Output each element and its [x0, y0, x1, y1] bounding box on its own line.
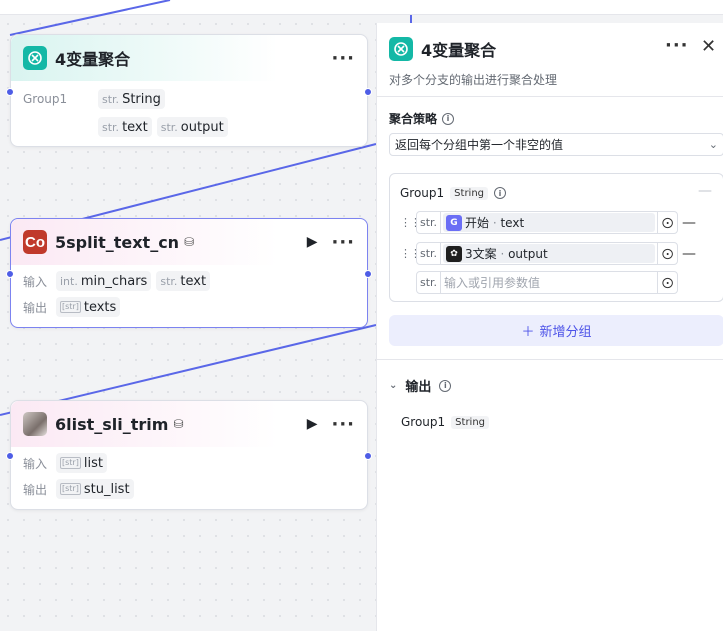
node-list-trim[interactable]: 6list_sli_trim ⛁ ▶ ··· 输入 [str] list 输出 […: [6, 400, 372, 510]
param-row: str. text str. output: [98, 117, 228, 137]
var-value[interactable]: G 开始 · text: [443, 213, 655, 232]
var-type[interactable]: str.: [417, 272, 441, 293]
param-tag: str. text: [98, 117, 152, 137]
target-icon[interactable]: ⨀: [657, 212, 677, 233]
info-icon[interactable]: i: [442, 112, 455, 125]
node-title: 6list_sli_trim: [55, 414, 169, 434]
remove-var-icon[interactable]: —: [678, 215, 700, 231]
output-name: Group1: [401, 415, 446, 429]
var-type[interactable]: str.: [417, 212, 441, 233]
avatar: [23, 412, 47, 436]
strategy-value: 返回每个分组中第一个非空的值: [395, 138, 564, 152]
var-placeholder: 输入或引用参数值: [444, 276, 541, 290]
var-type[interactable]: str.: [417, 243, 441, 264]
group-card: Group1 String i — ⋮⋮ str. G 开始 · text ⨀ …: [389, 173, 723, 302]
edge-top: [9, 0, 171, 36]
node-split-text[interactable]: Co 5split_text_cn ⛁ ▶ ··· 输入 int. min_cha…: [6, 218, 372, 328]
strategy-section: 聚合策略 i: [389, 110, 455, 127]
param-tag: [str] stu_list: [56, 479, 134, 499]
group-name[interactable]: Group1: [400, 186, 444, 200]
input-label: 输入: [23, 274, 48, 289]
panel-title[interactable]: 4变量聚合: [421, 37, 496, 61]
plugin-icon: ⛁: [184, 235, 195, 249]
output-port[interactable]: [364, 452, 372, 460]
group-row: Group1 str. String: [23, 89, 165, 109]
var-reference[interactable]: str. ✿ 3文案 · output ⨀: [416, 242, 678, 265]
drag-handle-icon[interactable]: ⋮⋮: [400, 216, 421, 229]
output-item: Group1 String: [401, 415, 490, 429]
more-icon[interactable]: ···: [331, 232, 355, 253]
panel-description[interactable]: 对多个分支的输出进行聚合处理: [389, 71, 557, 88]
input-label: 输入: [23, 456, 48, 471]
strategy-select[interactable]: 返回每个分组中第一个非空的值 ⌄: [389, 133, 723, 156]
input-port[interactable]: [6, 452, 14, 460]
input-row: 输入 int. min_chars str. text: [23, 271, 211, 291]
aggregate-icon: [389, 37, 413, 61]
output-port[interactable]: [364, 270, 372, 278]
input-port[interactable]: [6, 88, 14, 96]
output-label: 输出: [23, 300, 48, 315]
llm-node-icon: ✿: [446, 245, 462, 262]
output-type-badge: String: [451, 415, 490, 429]
node-header: 6list_sli_trim ⛁ ▶ ···: [11, 401, 367, 447]
panel-title-row: 4变量聚合: [389, 37, 496, 61]
remove-group-icon[interactable]: —: [698, 183, 712, 199]
node-config-panel: 4变量聚合 ··· ✕ 对多个分支的输出进行聚合处理 聚合策略 i 返回每个分组…: [376, 23, 723, 631]
param-tag: [str] texts: [56, 297, 121, 317]
param-tag: int. min_chars: [56, 271, 152, 291]
var-reference[interactable]: str. 输入或引用参数值 ⨀: [416, 271, 678, 294]
param-tag: str. String: [98, 89, 165, 109]
var-row: ⋮⋮ str. G 开始 · text ⨀ —: [400, 211, 700, 234]
group-type-badge: String: [450, 186, 489, 200]
more-icon[interactable]: ···: [331, 48, 355, 69]
output-label: 输出: [405, 380, 432, 395]
input-row: 输入 [str] list: [23, 453, 107, 473]
plus-icon: ＋: [521, 325, 535, 340]
output-section-header[interactable]: ⌄ 输出 i: [389, 376, 452, 395]
group-header: Group1 String i: [400, 186, 507, 200]
var-reference[interactable]: str. G 开始 · text ⨀: [416, 211, 678, 234]
run-icon[interactable]: ▶: [307, 416, 318, 432]
panel-header: 4变量聚合 ··· ✕ 对多个分支的输出进行聚合处理: [377, 23, 723, 97]
output-row: 输出 [str] stu_list: [23, 479, 134, 499]
run-icon[interactable]: ▶: [307, 234, 318, 250]
output-row: 输出 [str] texts: [23, 297, 121, 317]
input-port[interactable]: [6, 270, 14, 278]
add-group-button[interactable]: ＋ 新增分组: [389, 315, 723, 346]
param-tag: [str] list: [56, 453, 107, 473]
plugin-icon: ⛁: [173, 417, 184, 431]
strategy-label: 聚合策略: [389, 112, 438, 126]
info-icon[interactable]: i: [494, 187, 507, 199]
drag-handle-icon[interactable]: ⋮⋮: [400, 247, 421, 260]
output-label: 输出: [23, 482, 48, 497]
param-tag: str. output: [156, 117, 228, 137]
chevron-down-icon[interactable]: ⌄: [389, 380, 397, 391]
info-icon[interactable]: i: [439, 379, 452, 392]
target-icon[interactable]: ⨀: [657, 243, 677, 264]
more-icon[interactable]: ···: [665, 35, 689, 56]
node-header: Co 5split_text_cn ⛁ ▶ ···: [11, 219, 367, 265]
node-title: 4变量聚合: [55, 50, 131, 69]
var-row: ⋮⋮ str. ✿ 3文案 · output ⨀ —: [400, 242, 700, 265]
divider: [377, 359, 723, 360]
node-header: 4变量聚合 ···: [11, 35, 367, 81]
remove-var-icon[interactable]: —: [678, 246, 700, 262]
close-icon[interactable]: ✕: [701, 36, 716, 57]
group-label: Group1: [23, 92, 68, 106]
var-value[interactable]: ✿ 3文案 · output: [443, 244, 655, 263]
chevron-down-icon: ⌄: [708, 138, 718, 151]
more-icon[interactable]: ···: [331, 414, 355, 435]
var-row-empty: str. 输入或引用参数值 ⨀: [416, 271, 678, 294]
add-group-label: 新增分组: [539, 325, 592, 340]
aggregate-icon: [23, 46, 47, 70]
param-tag: str. text: [156, 271, 211, 291]
node-title: 5split_text_cn: [55, 232, 180, 252]
start-node-icon: G: [446, 214, 462, 231]
var-input[interactable]: 输入或引用参数值: [441, 272, 657, 293]
plugin-avatar: Co: [23, 230, 47, 254]
node-variable-aggregate[interactable]: 4变量聚合 ··· Group1 str. String str. text str…: [6, 34, 372, 147]
target-icon[interactable]: ⨀: [657, 272, 677, 293]
output-port[interactable]: [364, 88, 372, 96]
